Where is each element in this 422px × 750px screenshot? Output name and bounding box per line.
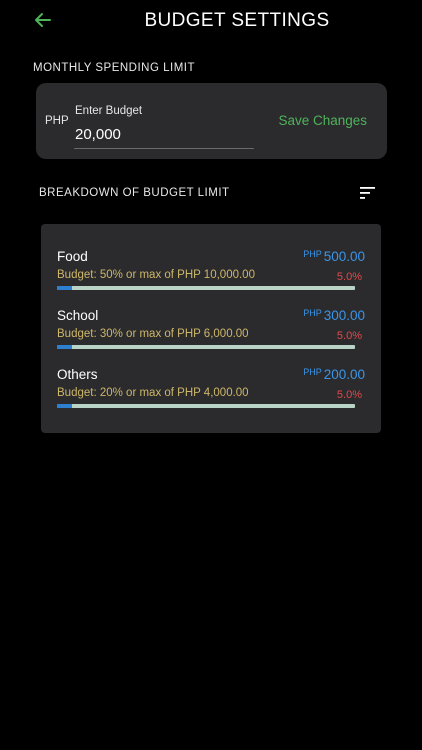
app-header: BUDGET SETTINGS: [0, 0, 422, 44]
budget-input[interactable]: [74, 121, 254, 149]
progress-fill: [57, 345, 72, 349]
page-title: BUDGET SETTINGS: [144, 10, 330, 31]
category-name: Food: [57, 249, 88, 264]
category-percent: 5.0%: [336, 330, 362, 342]
currency-label: PHP: [45, 115, 69, 127]
amount-currency: PHP: [303, 308, 322, 318]
category-percent: 5.0%: [336, 389, 362, 401]
amount-currency: PHP: [303, 249, 322, 259]
budget-input-card: PHP Enter Budget Save Changes: [36, 83, 387, 159]
amount-value: 200.00: [323, 367, 365, 382]
progress-bar: [57, 286, 355, 290]
save-changes-button[interactable]: Save Changes: [278, 113, 367, 128]
budget-input-label: Enter Budget: [75, 105, 143, 117]
category-budget-text: Budget: 20% or max of PHP 4,000.00: [57, 387, 249, 399]
budget-breakdown-list: Food PHP 500.00 Budget: 50% or max of PHP…: [41, 224, 381, 433]
category-amount: PHP 300.00: [303, 308, 365, 323]
monthly-limit-label: MONTHLY SPENDING LIMIT: [33, 62, 196, 74]
progress-fill: [57, 404, 72, 408]
category-name: School: [57, 308, 99, 323]
progress-bar: [57, 404, 355, 408]
category-amount: PHP 200.00: [303, 367, 365, 382]
list-item-school[interactable]: School PHP 300.00 Budget: 30% or max of P…: [57, 308, 365, 358]
category-budget-text: Budget: 50% or max of PHP 10,000.00: [57, 269, 255, 281]
sort-icon[interactable]: [360, 187, 376, 199]
category-percent: 5.0%: [336, 271, 362, 283]
amount-value: 500.00: [323, 249, 365, 264]
amount-value: 300.00: [323, 308, 365, 323]
progress-bar: [57, 345, 355, 349]
list-item-others[interactable]: Others PHP 200.00 Budget: 20% or max of P…: [57, 367, 365, 417]
list-item-food[interactable]: Food PHP 500.00 Budget: 50% or max of PHP…: [57, 249, 365, 299]
category-amount: PHP 500.00: [303, 249, 365, 264]
category-name: Others: [57, 367, 98, 382]
category-budget-text: Budget: 30% or max of PHP 6,000.00: [57, 328, 249, 340]
progress-fill: [57, 286, 72, 290]
amount-currency: PHP: [303, 367, 322, 377]
breakdown-label: BREAKDOWN OF BUDGET LIMIT: [39, 187, 230, 199]
